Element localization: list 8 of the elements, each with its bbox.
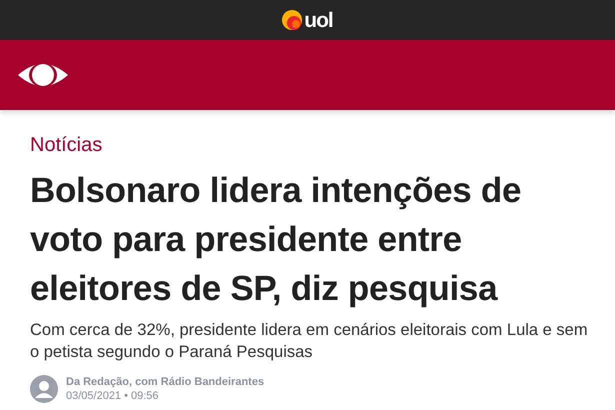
subheadline: Com cerca de 32%, presidente lidera em cenários eleitorais com Lula e sem o petista segundo o Paraná Pesquisas — [30, 320, 589, 363]
uol-logo[interactable]: uol — [282, 10, 333, 30]
sun-icon — [282, 10, 302, 30]
author-name: Da Redação, com Rádio Bandeirantes — [66, 375, 264, 389]
publish-date: 03/05/2021 • 09:56 — [66, 389, 160, 403]
avatar-icon — [30, 375, 58, 403]
headline: Bolsonaro lidera intenções de voto para presidente entre eleitores de SP, diz pesquisa — [30, 170, 522, 310]
section-link[interactable]: Notícias — [30, 132, 585, 158]
